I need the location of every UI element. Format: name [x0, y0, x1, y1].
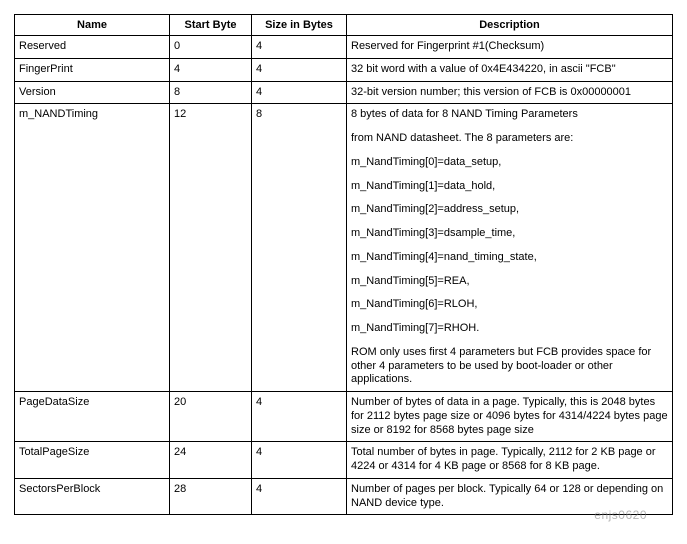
header-name: Name: [15, 15, 170, 36]
cell-size: 4: [252, 81, 347, 104]
cell-name: PageDataSize: [15, 392, 170, 442]
description-line: m_NandTiming[5]=REA,: [351, 275, 668, 289]
description-line: Reserved for Fingerprint #1(Checksum): [351, 40, 668, 54]
table-row: FingerPrint4432 bit word with a value of…: [15, 58, 673, 81]
cell-start-byte: 20: [170, 392, 252, 442]
table-row: PageDataSize204Number of bytes of data i…: [15, 392, 673, 442]
table-row: m_NANDTiming128 8 bytes of data for 8 NAN…: [15, 104, 673, 392]
header-description: Description: [347, 15, 673, 36]
table-row: SectorsPerBlock284Number of pages per bl…: [15, 478, 673, 515]
cell-description: Reserved for Fingerprint #1(Checksum): [347, 36, 673, 59]
description-line: Number of bytes of data in a page. Typic…: [351, 396, 668, 437]
header-size: Size in Bytes: [252, 15, 347, 36]
description-line: Number of pages per block. Typically 64 …: [351, 483, 668, 511]
description-line: m_NandTiming[7]=RHOH.: [351, 322, 668, 336]
table-row: TotalPageSize244Total number of bytes in…: [15, 442, 673, 479]
cell-description: 32-bit version number; this version of F…: [347, 81, 673, 104]
header-start-byte: Start Byte: [170, 15, 252, 36]
cell-description: Number of bytes of data in a page. Typic…: [347, 392, 673, 442]
description-line: 32 bit word with a value of 0x4E434220, …: [351, 63, 668, 77]
description-line: m_NandTiming[2]=address_setup,: [351, 203, 668, 217]
cell-name: SectorsPerBlock: [15, 478, 170, 515]
description-line: 32-bit version number; this version of F…: [351, 86, 668, 100]
description-line: ROM only uses first 4 parameters but FCB…: [351, 346, 668, 387]
cell-start-byte: 24: [170, 442, 252, 479]
cell-size: 4: [252, 58, 347, 81]
cell-name: m_NANDTiming: [15, 104, 170, 392]
table-row: Reserved04 Reserved for Fingerprint #1(Ch…: [15, 36, 673, 59]
cell-name: Version: [15, 81, 170, 104]
cell-size: 4: [252, 478, 347, 515]
cell-size: 8: [252, 104, 347, 392]
cell-size: 4: [252, 442, 347, 479]
cell-start-byte: 0: [170, 36, 252, 59]
description-line: m_NandTiming[6]=RLOH,: [351, 298, 668, 312]
cell-description: 8 bytes of data for 8 NAND Timing Parame…: [347, 104, 673, 392]
description-line: m_NandTiming[1]=data_hold,: [351, 180, 668, 194]
cell-start-byte: 4: [170, 58, 252, 81]
description-line: 8 bytes of data for 8 NAND Timing Parame…: [351, 108, 668, 122]
header-row: Name Start Byte Size in Bytes Descriptio…: [15, 15, 673, 36]
cell-start-byte: 28: [170, 478, 252, 515]
cell-size: 4: [252, 36, 347, 59]
description-line: m_NandTiming[3]=dsample_time,: [351, 227, 668, 241]
description-line: from NAND datasheet. The 8 parameters ar…: [351, 132, 668, 146]
cell-description: Number of pages per block. Typically 64 …: [347, 478, 673, 515]
description-line: m_NandTiming[4]=nand_timing_state,: [351, 251, 668, 265]
cell-name: TotalPageSize: [15, 442, 170, 479]
cell-start-byte: 8: [170, 81, 252, 104]
cell-size: 4: [252, 392, 347, 442]
fcb-structure-table: Name Start Byte Size in Bytes Descriptio…: [14, 14, 673, 515]
cell-description: 32 bit word with a value of 0x4E434220, …: [347, 58, 673, 81]
description-line: m_NandTiming[0]=data_setup,: [351, 156, 668, 170]
cell-description: Total number of bytes in page. Typically…: [347, 442, 673, 479]
description-line: Total number of bytes in page. Typically…: [351, 446, 668, 474]
cell-start-byte: 12: [170, 104, 252, 392]
cell-name: FingerPrint: [15, 58, 170, 81]
cell-name: Reserved: [15, 36, 170, 59]
table-row: Version84 32-bit version number; this ver…: [15, 81, 673, 104]
